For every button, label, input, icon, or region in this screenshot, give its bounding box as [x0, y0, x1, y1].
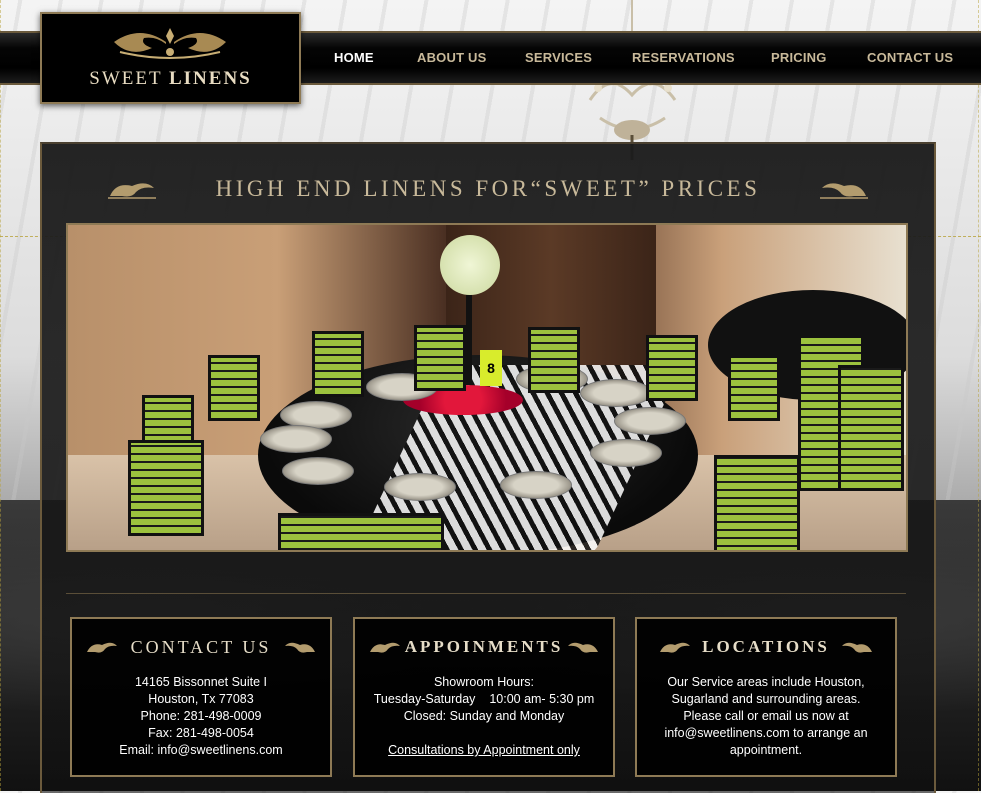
hero-plate [260, 425, 332, 453]
contact-us-box: CONTACT US 14165 Bissonnet Suite I Houst… [70, 617, 332, 777]
nav-pricing[interactable]: PRICING [771, 50, 827, 65]
closed-days: Closed: Sunday and Monday [403, 709, 565, 723]
nav-home[interactable]: HOME [334, 50, 374, 65]
hero-centerpiece-stem [466, 295, 472, 385]
nav-services[interactable]: SERVICES [525, 50, 592, 65]
hero-chair [208, 355, 260, 421]
hero-chair [312, 331, 364, 397]
logo-text: SWEET LINENS [42, 68, 299, 90]
showroom-hours: Tuesday-Saturday 10:00 am- 5:30 pm [373, 692, 595, 706]
guide-line [978, 0, 979, 791]
hero-chair [414, 325, 466, 391]
logo-flourish-icon [114, 28, 226, 59]
hero-plate [614, 407, 686, 435]
logo-word-sweet: SWEET [89, 68, 163, 89]
nav-reservations[interactable]: RESERVATIONS [632, 50, 735, 65]
hero-plate [282, 457, 354, 485]
logo-word-linens: LINENS [168, 68, 252, 89]
nav-contact-us[interactable]: CONTACT US [867, 50, 953, 65]
contact-email: Email: info@sweetlinens.com [119, 743, 283, 757]
ornament-right-icon [285, 642, 315, 653]
contact-details: 14165 Bissonnet Suite I Houston, Tx 7708… [78, 674, 324, 759]
hero-chair [646, 335, 698, 401]
consultation-link[interactable]: Consultations by Appointment only [388, 743, 580, 757]
hero-plate [500, 471, 572, 499]
ornament-right-icon [820, 183, 868, 199]
contact-phone: Phone: 281-498-0009 [140, 709, 262, 723]
hero-plate [590, 439, 662, 467]
main-nav: HOME ABOUT US SERVICES RESERVATIONS PRIC… [300, 33, 981, 83]
hero-chair [278, 513, 444, 550]
contact-address-line2: Houston, Tx 77083 [148, 692, 254, 706]
guide-line [0, 0, 1, 791]
hero-image: 8 [66, 223, 908, 552]
appointments-box: APPOINMENTS Showroom Hours: Tuesday-Satu… [353, 617, 615, 777]
page-headline: HIGH END LINENS FOR“SWEET” PRICES [215, 176, 761, 201]
hero-plate [580, 379, 652, 407]
divider [66, 593, 906, 594]
contact-fax: Fax: 281-498-0054 [148, 726, 254, 740]
appointment-details: Showroom Hours: Tuesday-Saturday 10:00 a… [361, 674, 607, 759]
hero-chair [528, 327, 580, 393]
hero-plate [384, 473, 456, 501]
hero-chair [714, 455, 800, 550]
locations-box: LOCATIONS Our Service areas include Hous… [635, 617, 897, 777]
nav-about-us[interactable]: ABOUT US [417, 50, 487, 65]
hero-table-number: 8 [480, 350, 502, 386]
contact-address-line1: 14165 Bissonnet Suite I [134, 675, 268, 689]
hero-chair [838, 365, 904, 491]
locations-text: Our Service areas include Houston, Sugar… [664, 675, 868, 757]
hero-chair [128, 440, 204, 536]
showroom-hours-label: Showroom Hours: [433, 675, 535, 689]
ornament-right-icon [568, 642, 598, 653]
hero-chair [728, 355, 780, 421]
site-logo[interactable]: SWEET LINENS [40, 12, 301, 104]
ornament-right-icon [842, 642, 872, 653]
hero-centerpiece-flowers [440, 235, 500, 295]
locations-details: Our Service areas include Houston, Sugar… [651, 674, 881, 759]
